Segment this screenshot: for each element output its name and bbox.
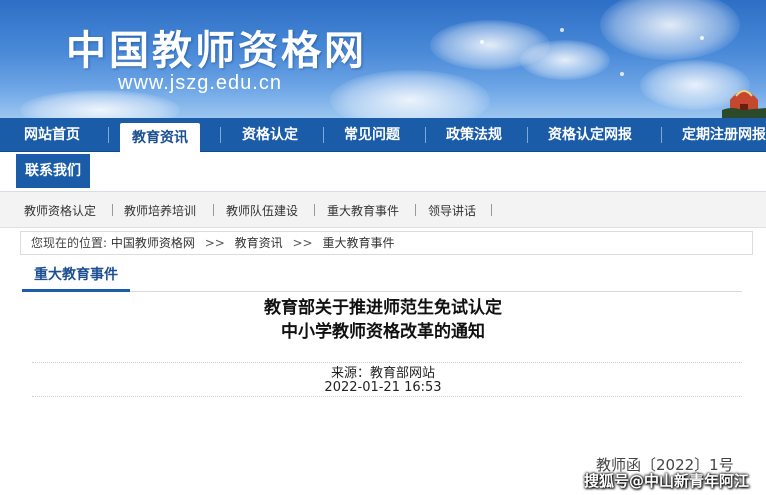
breadcrumb-prefix: 您现在的位置: [31, 236, 108, 250]
nav-separator [527, 127, 528, 143]
section-header: 重大教育事件 [22, 262, 742, 292]
nav-item-home[interactable]: 网站首页 [24, 118, 80, 152]
breadcrumb-link-home[interactable]: 中国教师资格网 [111, 236, 195, 250]
nav-item-certification[interactable]: 资格认定 [242, 118, 298, 152]
sub-nav-item-team-building[interactable]: 教师队伍建设 [226, 202, 298, 219]
nav-separator [220, 127, 221, 143]
nav-item-contact[interactable]: 联系我们 [16, 154, 90, 188]
banner-sparkle [620, 72, 624, 76]
sub-nav-separator [415, 204, 416, 216]
section-title: 重大教育事件 [22, 262, 130, 292]
sub-nav-item-leader-speeches[interactable]: 领导讲话 [428, 202, 476, 219]
banner-cloud [600, 0, 740, 60]
nav-item-education-news[interactable]: 教育资讯 [120, 123, 200, 152]
banner-sparkle [480, 40, 484, 44]
nav-separator [661, 127, 662, 143]
site-title: 中国教师资格网 [66, 27, 367, 74]
nav-item-policy[interactable]: 政策法规 [446, 118, 502, 152]
breadcrumb-separator: >> [204, 236, 225, 250]
site-banner: 中国教师资格网 www.jszg.edu.cn [0, 0, 766, 118]
sub-nav-item-certification[interactable]: 教师资格认定 [24, 202, 96, 219]
nav-separator [323, 127, 324, 143]
sub-nav-separator [213, 204, 214, 216]
sub-nav: 教师资格认定 教师培养培训 教师队伍建设 重大教育事件 领导讲话 [0, 192, 766, 228]
nav-separator [108, 127, 109, 143]
sub-nav-separator [112, 204, 113, 216]
breadcrumb-link-education-news[interactable]: 教育资讯 [235, 236, 283, 250]
main-nav: 网站首页 教育资讯 资格认定 常见问题 政策法规 资格认定网报 定期注册网报 [0, 118, 766, 152]
sub-nav-item-training[interactable]: 教师培养培训 [124, 202, 196, 219]
divider [32, 396, 742, 397]
breadcrumb-separator: >> [292, 236, 313, 250]
breadcrumb-link-major-events[interactable]: 重大教育事件 [322, 236, 394, 250]
article-source: 来源：教育部网站 [330, 366, 435, 381]
article-date: 2022-01-21 16:53 [324, 380, 442, 395]
nav-separator [425, 127, 426, 143]
nav-item-registration-online[interactable]: 定期注册网报 [682, 118, 766, 152]
sub-nav-item-major-events[interactable]: 重大教育事件 [327, 202, 399, 219]
sub-nav-separator [491, 204, 492, 216]
building-icon [722, 90, 766, 118]
banner-cloud [330, 70, 490, 118]
article-title-line-2: 中小学教师资格改革的通知 [281, 322, 485, 342]
article-title: 教育部关于推进师范生免试认定 中小学教师资格改革的通知 [0, 296, 766, 344]
banner-cloud [520, 40, 610, 80]
article-title-line-1: 教育部关于推进师范生免试认定 [264, 298, 502, 318]
nav-item-faq[interactable]: 常见问题 [344, 118, 400, 152]
nav-item-certification-online[interactable]: 资格认定网报 [548, 118, 632, 152]
sub-nav-separator [314, 204, 315, 216]
banner-sparkle [560, 28, 564, 32]
banner-sparkle [700, 36, 704, 40]
main-nav-second-row: 联系我们 [0, 152, 766, 192]
watermark: 搜狐号@中山新青年阿江 [584, 472, 750, 490]
site-url: www.jszg.edu.cn [118, 72, 282, 94]
breadcrumb: 您现在的位置: 中国教师资格网 >> 教育资讯 >> 重大教育事件 [20, 231, 753, 255]
